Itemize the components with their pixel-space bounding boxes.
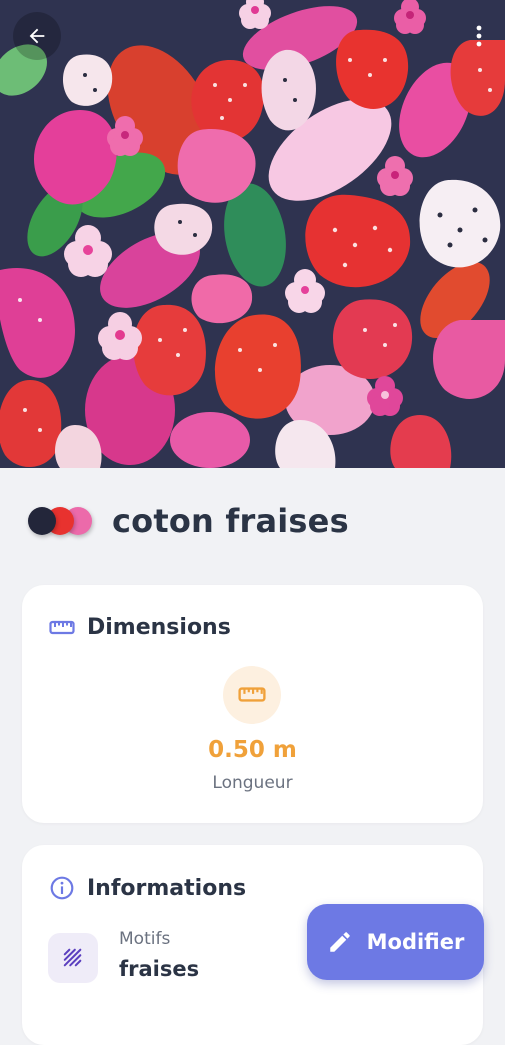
pencil-icon: [329, 932, 350, 952]
fabric-name: coton fraises: [112, 502, 349, 540]
arrow-left-icon: [29, 28, 45, 44]
ruler-icon: [238, 687, 266, 702]
ruler-icon: [49, 620, 75, 634]
more-vertical-icon: [476, 25, 482, 47]
motif-icon-box: [48, 933, 98, 983]
back-button[interactable]: [13, 12, 61, 60]
fabric-photo: [0, 0, 505, 468]
dimensions-header: Dimensions: [49, 615, 231, 640]
informations-title: Informations: [87, 875, 247, 901]
informations-header: Informations: [49, 875, 246, 901]
motif-label: Motifs: [119, 929, 171, 949]
motif-value: fraises: [119, 957, 200, 981]
dimensions-title: Dimensions: [87, 615, 231, 640]
dimensions-card: Dimensions 0.50 m Longueur: [22, 585, 483, 823]
fabric-title-row: coton fraises: [26, 498, 349, 544]
length-value: 0.50 m: [208, 737, 297, 763]
length-label: Longueur: [212, 773, 293, 793]
strawberry-fabric-image: [0, 0, 505, 468]
edit-button[interactable]: Modifier: [307, 904, 484, 980]
color-swatch-1: [28, 507, 56, 535]
more-options-button[interactable]: [466, 12, 492, 60]
edit-button-label: Modifier: [366, 930, 465, 954]
color-swatches: [26, 504, 94, 538]
info-circle-icon: [50, 876, 74, 900]
pattern-icon: [63, 948, 82, 967]
length-icon-circle: [223, 666, 281, 724]
